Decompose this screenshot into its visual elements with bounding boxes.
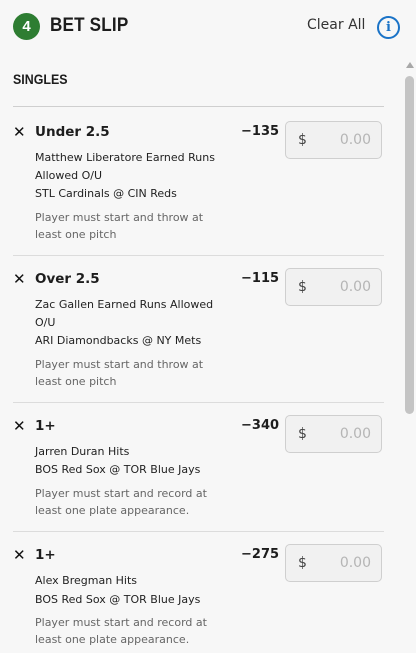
odds: −135 — [241, 124, 280, 139]
stake-input[interactable]: $ 0.00 — [285, 415, 382, 453]
section-title-singles: SINGLES — [13, 72, 68, 87]
scrollbar[interactable] — [404, 62, 416, 653]
stake-input[interactable]: $ 0.00 — [285, 121, 382, 159]
bet-rule-note: Player must start and record at least on… — [35, 616, 207, 646]
section-divider — [13, 106, 384, 107]
selection-name: 1+ — [35, 418, 56, 434]
stake-input[interactable]: $ 0.00 — [285, 544, 382, 582]
scrollbar-thumb[interactable] — [405, 76, 414, 414]
event-name: STL Cardinals @ CIN Reds — [35, 187, 177, 200]
bet-item: ✕ 1+ −340 $ 0.00 Jarren Duran Hits BOS R… — [13, 415, 384, 532]
bet-rule-note: Player must start and record at least on… — [35, 487, 207, 517]
market-description: Alex Bregman Hits — [35, 574, 138, 587]
info-icon[interactable]: i — [377, 16, 400, 39]
bet-slip-header: 4 BET SLIP Clear All i — [0, 0, 416, 54]
bet-item: ✕ 1+ −275 $ 0.00 Alex Bregman Hits BOS R… — [13, 544, 384, 653]
event-name: BOS Red Sox @ TOR Blue Jays — [35, 463, 201, 476]
bet-item: ✕ Over 2.5 −115 $ 0.00 Zac Gallen Earned… — [13, 268, 384, 403]
bet-divider — [13, 255, 384, 256]
market-description: Zac Gallen Earned Runs Allowed O/U — [35, 298, 214, 329]
event-name: BOS Red Sox @ TOR Blue Jays — [35, 593, 201, 606]
selection-name: Over 2.5 — [35, 271, 100, 287]
bet-count-badge: 4 — [13, 13, 40, 40]
bet-rule-note: Player must start and throw at least one… — [35, 211, 204, 241]
market-description: Jarren Duran Hits — [35, 445, 130, 458]
currency-symbol: $ — [298, 279, 307, 295]
bet-divider — [13, 402, 384, 403]
selection-name: Under 2.5 — [35, 124, 110, 140]
remove-bet-icon[interactable]: ✕ — [13, 272, 26, 287]
stake-placeholder: 0.00 — [339, 279, 371, 295]
odds: −275 — [241, 547, 280, 562]
remove-bet-icon[interactable]: ✕ — [13, 548, 26, 563]
selection-name: 1+ — [35, 547, 56, 563]
bet-rule-note: Player must start and throw at least one… — [35, 358, 204, 388]
stake-placeholder: 0.00 — [339, 426, 371, 442]
currency-symbol: $ — [298, 555, 307, 571]
event-name: ARI Diamondbacks @ NY Mets — [35, 334, 202, 347]
scroll-up-arrow-icon[interactable] — [406, 62, 414, 68]
currency-symbol: $ — [298, 132, 307, 148]
market-description: Matthew Liberatore Earned Runs Allowed O… — [35, 151, 215, 182]
stake-placeholder: 0.00 — [339, 555, 371, 571]
clear-all-button[interactable]: Clear All — [307, 17, 365, 33]
currency-symbol: $ — [298, 426, 307, 442]
odds: −340 — [241, 418, 280, 433]
stake-placeholder: 0.00 — [339, 132, 371, 148]
bet-divider — [13, 531, 384, 532]
stake-input[interactable]: $ 0.00 — [285, 268, 382, 306]
bet-slip-title: BET SLIP — [50, 15, 129, 36]
bet-item: ✕ Under 2.5 −135 $ 0.00 Matthew Liberato… — [13, 121, 384, 256]
remove-bet-icon[interactable]: ✕ — [13, 419, 26, 434]
odds: −115 — [241, 271, 280, 286]
remove-bet-icon[interactable]: ✕ — [13, 125, 26, 140]
